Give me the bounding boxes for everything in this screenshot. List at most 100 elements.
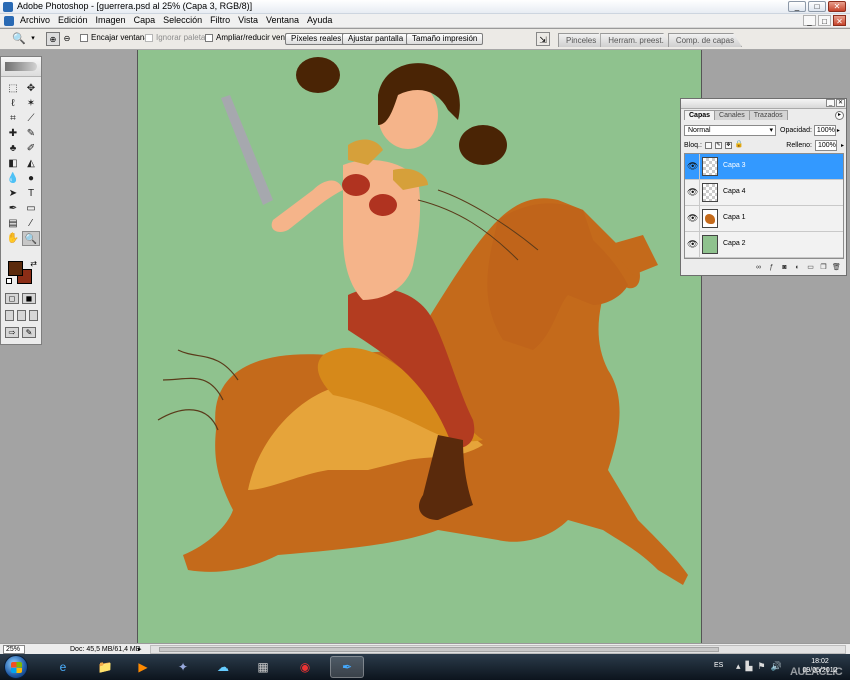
adjustment-layer-icon[interactable]: ◐ <box>793 263 802 272</box>
quick-mask-icon[interactable]: ◼ <box>22 293 36 304</box>
menu-ventana[interactable]: Ventana <box>266 15 299 25</box>
default-colors-icon[interactable] <box>6 278 12 284</box>
chrome-icon[interactable]: ◉ <box>288 656 322 678</box>
doc-minimize-button[interactable]: _ <box>803 15 816 26</box>
maximize-button[interactable]: □ <box>808 1 826 12</box>
zoom-tool-icon[interactable]: 🔍 <box>22 231 40 246</box>
action-center-icon[interactable]: ⚑ <box>757 661 765 672</box>
encajar-ventana-checkbox[interactable] <box>80 33 88 42</box>
menu-imagen[interactable]: Imagen <box>96 15 126 25</box>
visibility-eye-icon[interactable]: 👁 <box>687 187 698 198</box>
toolbox-header[interactable] <box>1 57 41 77</box>
language-indicator[interactable]: ES <box>714 662 723 669</box>
hand-tool-icon[interactable]: ✋ <box>4 231 22 246</box>
zoom-level-input[interactable]: 25% <box>3 645 25 654</box>
menu-vista[interactable]: Vista <box>238 15 258 25</box>
notes-tool-icon[interactable]: ▤ <box>4 216 22 231</box>
slice-tool-icon[interactable]: ⟋ <box>22 111 40 126</box>
opacity-input[interactable]: 100% <box>813 124 836 136</box>
scrollbar-thumb[interactable] <box>159 647 719 652</box>
pen-tool-icon[interactable]: ✒ <box>4 201 22 216</box>
blend-mode-select[interactable]: Normal <box>684 124 776 136</box>
visibility-eye-icon[interactable]: 👁 <box>687 239 698 250</box>
new-layer-icon[interactable]: ❐ <box>819 263 828 272</box>
layer-row[interactable]: 👁 Capa 4 <box>685 180 843 206</box>
encajar-ventana-option[interactable]: Encajar ventana <box>80 33 149 42</box>
media-player-icon[interactable]: ▶ <box>126 656 160 678</box>
start-button[interactable] <box>4 655 28 679</box>
menu-edicion[interactable]: Edición <box>58 15 88 25</box>
delete-layer-icon[interactable]: 🗑 <box>832 263 841 272</box>
palette-menu-icon[interactable]: ▸ <box>835 111 844 120</box>
healing-brush-tool-icon[interactable]: ✚ <box>4 126 22 141</box>
zoom-in-icon[interactable]: ⊕ <box>46 32 60 46</box>
lock-position-icon[interactable]: ✥ <box>724 141 732 149</box>
palette-tab-herramientas[interactable]: Herram. preest. <box>600 33 672 47</box>
path-selection-tool-icon[interactable]: ➤ <box>4 186 22 201</box>
marquee-tool-icon[interactable]: ⬚ <box>4 81 22 96</box>
minimize-button[interactable]: _ <box>788 1 806 12</box>
layer-row[interactable]: 👁 Capa 3 <box>685 154 843 180</box>
foreground-color-swatch[interactable] <box>8 261 23 276</box>
tab-canales[interactable]: Canales <box>714 110 750 120</box>
opacity-slider-arrow-icon[interactable]: ▸ <box>837 127 840 134</box>
palette-tab-comp-capas[interactable]: Comp. de capas <box>667 33 743 47</box>
clone-stamp-tool-icon[interactable]: ♣ <box>4 141 22 156</box>
menu-seleccion[interactable]: Selección <box>163 15 202 25</box>
lock-transparency-icon[interactable] <box>704 141 712 149</box>
lasso-tool-icon[interactable]: ℓ <box>4 96 22 111</box>
tool-preset-dropdown-icon[interactable]: ▾ <box>26 32 40 46</box>
type-tool-icon[interactable]: T <box>22 186 40 201</box>
menu-capa[interactable]: Capa <box>134 15 156 25</box>
document-icon[interactable] <box>4 16 14 26</box>
palette-well-icon[interactable]: ⇲ <box>536 32 550 46</box>
menu-archivo[interactable]: Archivo <box>20 15 50 25</box>
volume-icon[interactable]: 🔊 <box>771 661 782 672</box>
swap-colors-icon[interactable]: ⇄ <box>30 259 37 268</box>
lock-all-icon[interactable]: 🔒 <box>735 141 744 149</box>
paint-bucket-tool-icon[interactable]: ◭ <box>22 156 40 171</box>
doc-close-button[interactable]: ✕ <box>833 15 846 26</box>
document-canvas[interactable] <box>137 50 702 643</box>
tab-capas[interactable]: Capas <box>684 110 716 120</box>
crop-tool-icon[interactable]: ⌗ <box>4 111 22 126</box>
tamano-impresion-button[interactable]: Tamaño impresión <box>406 33 484 45</box>
network-icon[interactable]: ▙ <box>746 661 753 672</box>
screen-mode-full-menu-icon[interactable] <box>17 310 26 321</box>
palette-close-button[interactable]: ✕ <box>836 99 845 107</box>
tab-trazados[interactable]: Trazados <box>748 110 788 120</box>
layer-mask-icon[interactable]: ◙ <box>780 263 789 272</box>
horizontal-scrollbar[interactable] <box>150 645 846 654</box>
eraser-tool-icon[interactable]: ◧ <box>4 156 22 171</box>
ampliar-reducir-checkbox[interactable] <box>205 33 213 42</box>
show-hidden-icons-icon[interactable]: ▴ <box>736 661 741 672</box>
shape-tool-icon[interactable]: ▭ <box>22 201 40 216</box>
palette-tab-pinceles[interactable]: Pinceles <box>558 33 605 47</box>
palette-minimize-button[interactable]: _ <box>826 99 835 107</box>
fill-input[interactable]: 100% <box>814 139 837 151</box>
jump-imageready-icon[interactable]: ⇨ <box>5 327 19 338</box>
brush-tool-icon[interactable]: ✎ <box>22 126 40 141</box>
close-button[interactable]: ✕ <box>828 1 846 12</box>
link-layers-icon[interactable]: ∞ <box>754 263 763 272</box>
doc-restore-button[interactable]: □ <box>818 15 831 26</box>
layer-row[interactable]: 👁 Capa 2 <box>685 232 843 258</box>
internet-explorer-icon[interactable]: e <box>46 656 80 678</box>
network-app-icon[interactable]: ☁ <box>206 656 240 678</box>
lock-pixels-icon[interactable]: ✎ <box>714 141 722 149</box>
pixeles-reales-button[interactable]: Píxeles reales <box>285 33 348 45</box>
menu-filtro[interactable]: Filtro <box>210 15 230 25</box>
history-brush-tool-icon[interactable]: ✐ <box>22 141 40 156</box>
new-group-icon[interactable]: ▭ <box>806 263 815 272</box>
eyedropper-tool-icon[interactable]: ⁄ <box>22 216 40 231</box>
palette-title-bar[interactable]: _ ✕ <box>681 99 846 109</box>
magic-wand-tool-icon[interactable]: ✶ <box>22 96 40 111</box>
layer-row[interactable]: 👁 Capa 1 <box>685 206 843 232</box>
ampliar-reducir-option[interactable]: Ampliar/reducir vent. <box>205 33 289 42</box>
zoom-out-icon[interactable]: ⊖ <box>60 32 74 46</box>
dodge-tool-icon[interactable]: ● <box>22 171 40 186</box>
visibility-eye-icon[interactable]: 👁 <box>687 161 698 172</box>
explorer-folder-icon[interactable]: 📁 <box>88 656 122 678</box>
screen-mode-full-icon[interactable] <box>29 310 38 321</box>
screen-mode-standard-icon[interactable] <box>5 310 14 321</box>
